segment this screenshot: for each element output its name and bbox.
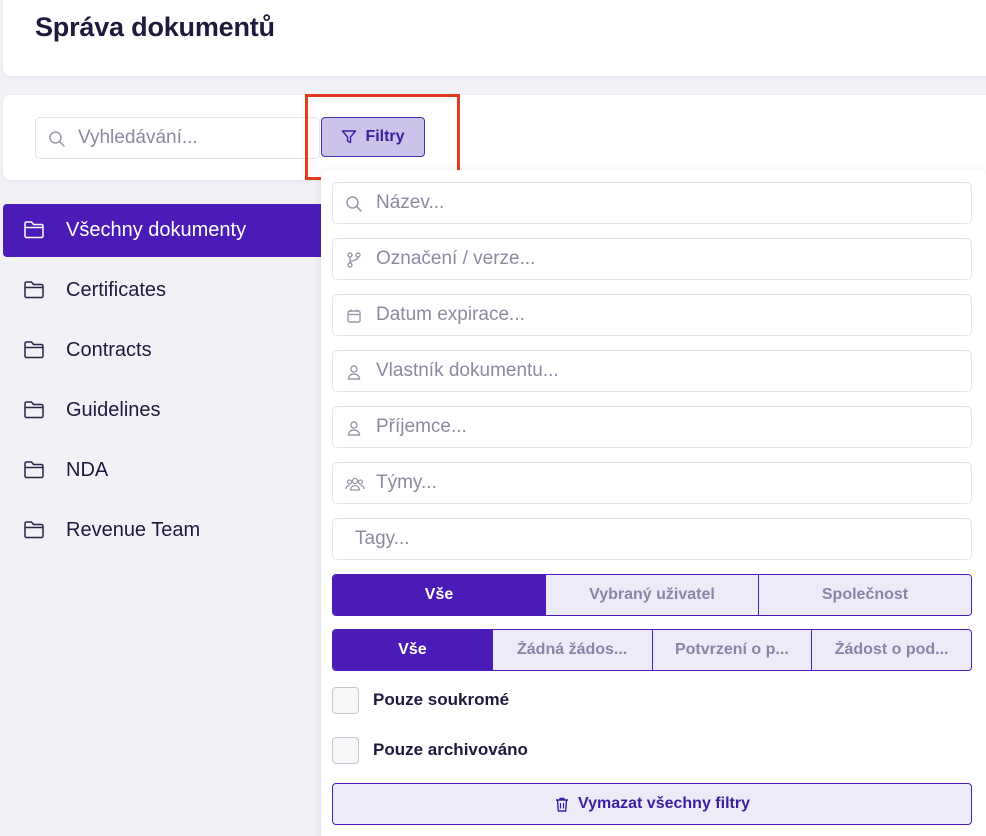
archived-only-option[interactable]: Pouze archivováno [332, 736, 528, 764]
owner-filter-input[interactable] [376, 351, 966, 391]
name-filter-field[interactable] [332, 182, 972, 224]
folder-icon [23, 520, 45, 540]
recipient-filter-input[interactable] [376, 407, 966, 447]
users-icon [345, 475, 365, 493]
scope-segmented-control: Vše Vybraný uživatel Společnost [332, 574, 972, 616]
sidebar-item-guidelines[interactable]: Guidelines [3, 384, 323, 437]
user-icon [345, 363, 363, 381]
archived-only-label: Pouze archivováno [373, 740, 528, 759]
clear-filters-label: Vymazat všechny filtry [578, 795, 750, 812]
expiration-filter-field[interactable] [332, 294, 972, 336]
sidebar-item-label: Všechny dokumenty [66, 219, 247, 241]
trash-icon [554, 796, 570, 813]
version-filter-input[interactable] [376, 239, 966, 279]
filter-icon [341, 129, 357, 145]
filter-button-label: Filtry [365, 128, 405, 145]
folder-icon [23, 280, 45, 300]
private-only-label: Pouze soukromé [373, 690, 510, 709]
sidebar-item-label: Revenue Team [66, 519, 201, 541]
teams-filter-input[interactable] [376, 463, 966, 503]
folder-icon [23, 400, 45, 420]
private-only-checkbox[interactable] [332, 686, 359, 714]
expiration-filter-input[interactable] [376, 295, 966, 335]
sidebar-item-label: Guidelines [66, 399, 161, 421]
recipient-filter-field[interactable] [332, 406, 972, 448]
request-option-confirmation[interactable]: Potvrzení o p... [651, 630, 812, 670]
sidebar-item-label: NDA [66, 459, 109, 481]
sidebar-item-label: Certificates [66, 279, 167, 301]
scope-option-label: Vybraný uživatel [589, 586, 715, 603]
sidebar-item-contracts[interactable]: Contracts [3, 324, 323, 377]
tags-filter-input[interactable] [355, 519, 945, 559]
search-icon [345, 195, 363, 213]
calendar-icon [345, 307, 363, 325]
search-input[interactable] [78, 118, 318, 158]
request-option-label: Vše [398, 641, 427, 658]
scope-option-company[interactable]: Společnost [758, 575, 971, 615]
folder-icon [23, 220, 45, 240]
user-icon [345, 419, 363, 437]
request-option-label: Potvrzení o p... [674, 641, 789, 658]
archived-only-checkbox[interactable] [332, 736, 359, 764]
page-title: Správa dokumentů [35, 12, 275, 42]
branch-icon [345, 251, 363, 269]
scope-option-label: Vše [424, 586, 454, 603]
owner-filter-field[interactable] [332, 350, 972, 392]
search-icon [48, 130, 66, 148]
request-segmented-control: Vše Žádná žádos... Potvrzení o p... Žádo… [332, 629, 972, 671]
folder-icon [23, 340, 45, 360]
filter-button[interactable]: Filtry [321, 117, 425, 157]
version-filter-field[interactable] [332, 238, 972, 280]
name-filter-input[interactable] [376, 183, 966, 223]
search-box[interactable] [35, 117, 320, 159]
scope-option-label: Společnost [821, 586, 909, 603]
request-option-all[interactable]: Vše [333, 630, 492, 670]
clear-filters-button[interactable]: Vymazat všechny filtry [332, 783, 972, 825]
tags-filter-field[interactable] [332, 518, 972, 560]
sidebar-item-certificates[interactable]: Certificates [3, 264, 323, 317]
sidebar-item-all-documents[interactable]: Všechny dokumenty [3, 204, 323, 257]
scope-option-all[interactable]: Vše [333, 575, 545, 615]
scope-option-selected-user[interactable]: Vybraný uživatel [545, 575, 758, 615]
request-option-label: Žádost o pod... [834, 641, 949, 658]
request-option-signature-request[interactable]: Žádost o pod... [811, 630, 971, 670]
sidebar-item-revenue-team[interactable]: Revenue Team [3, 504, 323, 557]
sidebar-item-label: Contracts [66, 339, 152, 361]
request-option-label: Žádná žádos... [517, 641, 628, 658]
folder-icon [23, 460, 45, 480]
request-option-no-request[interactable]: Žádná žádos... [491, 630, 652, 670]
private-only-option[interactable]: Pouze soukromé [332, 686, 509, 714]
teams-filter-field[interactable] [332, 462, 972, 504]
sidebar-item-nda[interactable]: NDA [3, 444, 323, 497]
